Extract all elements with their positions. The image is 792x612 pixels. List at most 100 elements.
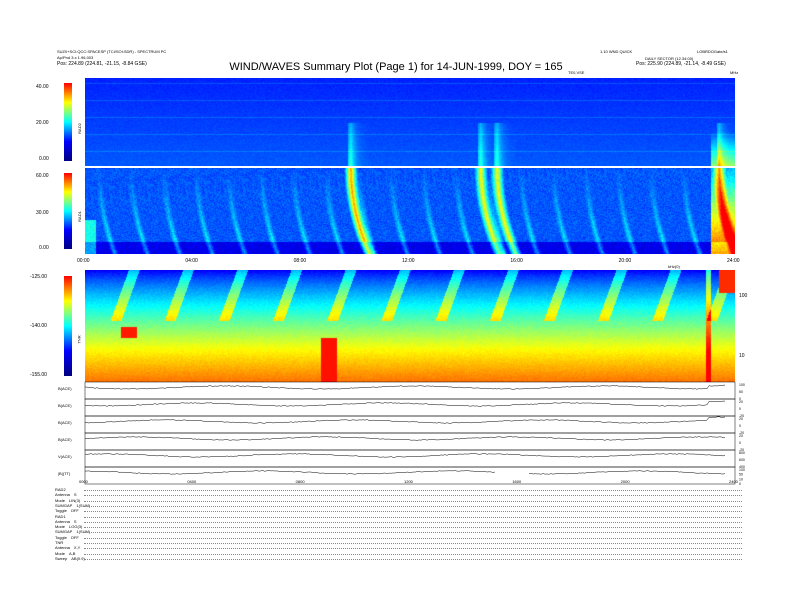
footer-dotted-line <box>84 558 742 560</box>
footer-label: Antenna <box>55 492 70 498</box>
mhz-label: MHz <box>730 70 739 75</box>
khz-label: kHz(0) <box>668 264 680 269</box>
time-tick-label: 12:00 <box>402 258 415 264</box>
footer-label: Antenna <box>55 518 70 524</box>
line-panel-tick: 100 <box>739 383 745 387</box>
line-panel-tick: 20 <box>739 417 743 421</box>
line-panel-label: V(ACE) <box>58 454 72 459</box>
footer-label: Antenna <box>55 545 70 551</box>
header-right-line1: 1.10 WND QUICK <box>600 49 633 54</box>
footer-dotted-line <box>84 490 742 491</box>
time-tick-label: 24:00 <box>727 258 740 264</box>
tnr-colorbar <box>64 276 72 376</box>
bottom-time-tick: 1200 <box>404 479 414 484</box>
tnr-label: TNR <box>76 335 82 344</box>
footer-dotted-line <box>84 516 742 518</box>
line-series <box>84 416 726 424</box>
footer-dotted-line <box>84 543 742 544</box>
header-left-line2: Ap/Pnd 3.x 1.96.003 <box>57 55 94 60</box>
line-series <box>84 384 726 390</box>
tnr-spectrogram <box>85 270 735 382</box>
footer-dotted-line <box>84 511 742 513</box>
line-series <box>84 400 725 407</box>
line-panel-tick: 0 <box>739 441 741 445</box>
bottom-time-tick: 2400 <box>729 479 739 484</box>
rad2-cbar-tick: 0.00 <box>39 156 49 162</box>
line-panel-tick: 50 <box>739 473 743 477</box>
bottom-time-tick: 1600 <box>512 479 522 484</box>
footer-label: RAD1 <box>55 513 66 519</box>
footer-label: Toggle <box>55 534 67 540</box>
footer-dotted-line <box>84 505 742 507</box>
footer-value: S <box>73 492 77 498</box>
rad1-label: RAD1 <box>76 211 82 222</box>
header-right-top: LOBRDOGate/s1 <box>697 49 728 54</box>
line-panel-frame <box>84 415 736 434</box>
line-panel-tick: 800 <box>739 451 745 455</box>
rad2-label: RAD2 <box>76 123 82 134</box>
footer-value: AB(0.9) <box>71 555 85 561</box>
rad1-cbar-tick: 0.00 <box>39 245 49 251</box>
footer-value: LOG(3) <box>69 524 83 530</box>
rad2-colorbar <box>64 83 72 161</box>
tnr-right-tick: 100 <box>739 293 748 299</box>
footer-row: Sweep AB(0.9) <box>55 556 85 561</box>
page-title: WIND/WAVES Summary Plot (Page 1) for 14-… <box>229 61 563 73</box>
footer-label: TNR <box>55 540 64 545</box>
footer-label: Toggle <box>55 508 67 514</box>
tnr-cbar-tick: -140.00 <box>30 323 47 329</box>
footer-dotted-line <box>84 537 742 539</box>
rad2-cbar-tick: 20.00 <box>36 120 49 126</box>
footer-dotted-line <box>84 527 742 529</box>
line-series <box>84 470 726 475</box>
line-panel-tick: 100 <box>739 468 745 472</box>
rad1-canvas <box>85 168 735 254</box>
rad2-canvas <box>85 78 735 166</box>
line-series <box>84 436 726 441</box>
footer-value: X,Y <box>73 545 81 551</box>
line-panel-tick: 0 <box>739 424 741 428</box>
bottom-time-tick: 0000 <box>79 479 89 484</box>
footer-label: Sweep <box>55 555 68 561</box>
footer-label: RAD2 <box>55 487 66 492</box>
line-panel-label: B(ACE) <box>58 420 72 425</box>
footer-dotted-line <box>84 521 742 523</box>
footer-label: Mode <box>55 524 66 530</box>
footer-value: S <box>73 518 77 524</box>
line-panel-label: B(ACE) <box>58 386 72 391</box>
line-panel-frame <box>84 381 736 400</box>
rad2-spectrogram <box>85 78 735 166</box>
footer-value: A,B <box>69 550 76 556</box>
line-panel-label: |B|(TT) <box>58 471 71 476</box>
line-series <box>84 453 726 458</box>
footer-dotted-line <box>84 500 742 502</box>
bottom-time-tick: 0800 <box>296 479 306 484</box>
line-panel-label: B(ACE) <box>58 437 72 442</box>
footer-dotted-line <box>84 548 742 550</box>
bottom-time-tick: 0400 <box>187 479 197 484</box>
rad2-cbar-tick: 40.00 <box>36 84 49 90</box>
footer-label: SUMGAP <box>55 502 73 508</box>
rad1-spectrogram <box>85 168 735 254</box>
rad1-colorbar <box>64 173 72 249</box>
time-tick-label: 04:00 <box>185 258 198 264</box>
line-panel-tick: 50 <box>739 390 743 394</box>
footer-value: OFF <box>70 534 79 540</box>
time-tick-label: 00:00 <box>77 258 90 264</box>
time-tick-label: 16:00 <box>510 258 523 264</box>
line-panel-tick: 0 <box>739 482 741 485</box>
line-panel-tick: 10 <box>739 477 743 481</box>
line-panel-tick: 20 <box>739 434 743 438</box>
line-panel-frame <box>84 398 736 417</box>
tnr-right-tick: 10 <box>739 353 745 359</box>
tnr-canvas <box>85 270 735 382</box>
te-label: TE0,VSE <box>568 70 585 75</box>
footer-label: SUMGAP <box>55 529 73 535</box>
footer-dotted-line <box>84 532 742 534</box>
line-panel-tick: 20 <box>739 400 743 404</box>
rad1-cbar-tick: 60.00 <box>36 173 49 179</box>
tnr-cbar-tick: -125.00 <box>30 274 47 280</box>
footer-dotted-line <box>84 495 742 497</box>
tnr-cbar-tick: -155.00 <box>30 372 47 378</box>
footer-value: LIN(3) <box>69 497 81 503</box>
